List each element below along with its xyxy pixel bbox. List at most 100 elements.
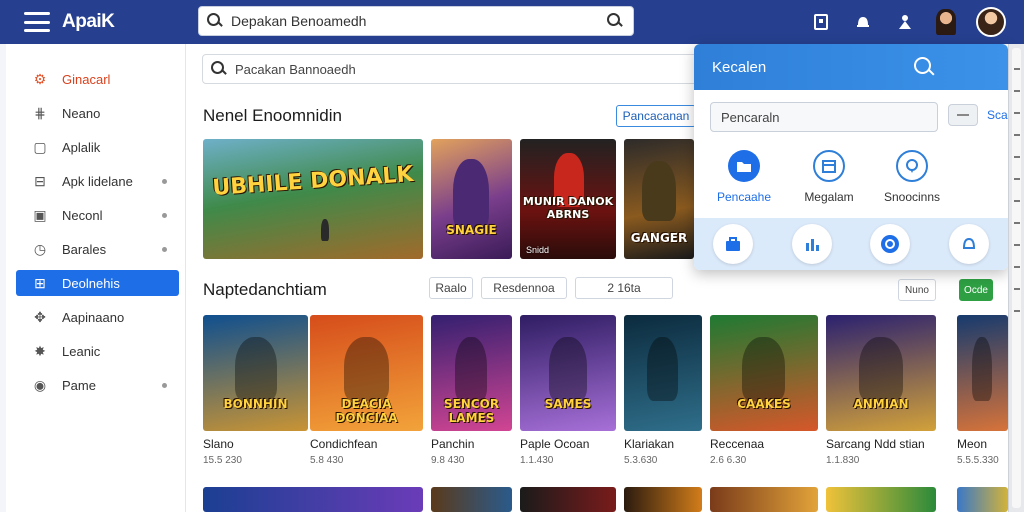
game-card-name[interactable]: Reccenaa (710, 437, 764, 451)
featured-game-2[interactable]: SNAGIE (431, 139, 512, 259)
top-search-input[interactable] (231, 13, 599, 29)
popup-clear-button[interactable] (948, 104, 978, 126)
popup-link[interactable]: Sca (987, 108, 1008, 122)
game-card-meta: 5.8 430 (310, 455, 344, 466)
game-art-title: SAMES (544, 397, 592, 411)
game-card-art[interactable]: SAMES (520, 315, 616, 431)
sidebar-item-apk[interactable]: ⊟ Apk lidelane (16, 168, 179, 194)
sidebar-item-aplalik[interactable]: ▢ Aplalik (16, 134, 179, 160)
filter-chip-3[interactable]: 2 16ta (575, 277, 673, 299)
game-tile-bottom[interactable] (203, 487, 423, 512)
filter-chip-1[interactable]: Raalo (429, 277, 473, 299)
game-tile-bottom[interactable] (431, 487, 512, 512)
popup-option-snoocinns[interactable]: Snoocinns (872, 150, 952, 204)
search-submit-icon[interactable] (607, 13, 623, 29)
game-caption: Snidd (526, 245, 550, 255)
main-search-input[interactable] (235, 61, 711, 77)
sidebar-item-deolnehis[interactable]: ⊞ Deolnehis (16, 270, 179, 296)
game-card-art[interactable]: SENCOR LAMES (431, 315, 512, 431)
game-art-title: UBHILE DONALK (211, 162, 415, 201)
popup-option-megalam[interactable]: Megalam (789, 150, 869, 204)
game-tile-bottom[interactable] (624, 487, 702, 512)
filter-chip-2[interactable]: Resdennoa (481, 277, 567, 299)
sidebar: ⚙ Ginacarl ⋕ Neano ▢ Aplalik ⊟ Apk lidelane … (6, 44, 186, 512)
featured-game-1[interactable]: UBHILE DONALK (203, 139, 423, 259)
sidebar-item-barales[interactable]: ◷ Barales (16, 236, 179, 262)
featured-game-4[interactable]: GANGER (624, 139, 694, 259)
game-figure (235, 337, 277, 401)
game-card-name[interactable]: Sarcang Ndd stian (826, 437, 925, 451)
game-card-name[interactable]: Slano (203, 437, 234, 451)
popup-option-pencaahe[interactable]: Pencaahe (704, 150, 784, 204)
sidebar-item-label: Apk lidelane (62, 173, 133, 189)
sidebar-item-label: Aapinaano (62, 309, 125, 325)
sidebar-item-pame[interactable]: ◉ Pame (16, 372, 179, 398)
new-badge-chip[interactable]: Ocde (959, 279, 993, 301)
section-chip[interactable]: Pancacanan (616, 105, 696, 127)
game-figure (344, 337, 389, 401)
game-card-art[interactable]: ANMIAN (826, 315, 936, 431)
game-card-meta: 9.8 430 (431, 455, 465, 466)
main-search-bar[interactable] (202, 54, 712, 84)
sidebar-item-ginacarl[interactable]: ⚙ Ginacarl (16, 66, 179, 92)
menu-icon[interactable] (24, 12, 50, 32)
sidebar-item-neano[interactable]: ⋕ Neano (16, 100, 179, 126)
game-card-name[interactable]: Klariakan (624, 437, 674, 451)
popup-search-input[interactable] (710, 102, 938, 132)
expand-dot (162, 212, 167, 218)
game-card-art[interactable]: DEACIA DONCIAA (310, 315, 423, 431)
clock-icon: ◷ (33, 240, 47, 257)
game-card-name[interactable]: Meon (957, 437, 987, 451)
app-logo[interactable]: ApaiK (62, 11, 115, 33)
grid-icon: ⋕ (34, 104, 46, 121)
scrollbar-thumb[interactable] (1012, 48, 1021, 508)
featured-game-3[interactable]: MUNIR DANOK ABRNS Snidd (520, 139, 616, 259)
popup-option-label: Pencaahe (716, 190, 772, 204)
game-card-meta: 1.1.830 (826, 455, 860, 466)
sidebar-item-label: Leanic (62, 343, 101, 359)
game-tile-bottom[interactable] (520, 487, 616, 512)
popup-header: Kecalen (694, 44, 1008, 90)
game-icon: ◉ (33, 376, 47, 393)
sort-chip[interactable]: Nuno (898, 279, 936, 301)
expand-dot (162, 178, 167, 184)
app-icon: ▢ (33, 138, 47, 155)
top-search-bar[interactable] (198, 6, 634, 36)
game-tile-bottom[interactable] (710, 487, 818, 512)
sidebar-item-neconl[interactable]: ▣ Neconl (16, 202, 179, 228)
game-art-title: SNAGIE (446, 223, 497, 237)
game-card-name[interactable]: Paple Ocoan (520, 437, 589, 451)
chart-icon[interactable] (791, 224, 832, 264)
game-card-meta: 2.6 6.30 (710, 455, 747, 466)
bell-icon[interactable] (948, 224, 989, 264)
game-card-name[interactable]: Condichfean (310, 437, 377, 451)
chat-icon (896, 150, 928, 182)
game-card-art[interactable] (624, 315, 702, 431)
sidebar-item-aapinaano[interactable]: ✥ Aapinaano (16, 304, 179, 330)
user-icon[interactable] (894, 11, 916, 33)
search-icon[interactable] (912, 55, 936, 79)
game-card-art[interactable]: CAAKES (710, 315, 818, 431)
profile-photo[interactable] (976, 7, 1006, 37)
sidebar-item-leanic[interactable]: ✸ Leanic (16, 338, 179, 364)
user-avatar-small[interactable] (936, 9, 956, 35)
game-tile-bottom[interactable] (957, 487, 1008, 512)
page-scrollbar[interactable] (1008, 44, 1024, 512)
briefcase-icon[interactable] (713, 224, 754, 264)
game-card-art[interactable]: BONNHIN (203, 315, 308, 431)
game-art-title: CAAKES (737, 397, 791, 411)
game-card-name[interactable]: Panchin (431, 437, 474, 451)
game-tile-bottom[interactable] (826, 487, 936, 512)
sidebar-item-label: Pame (62, 377, 96, 393)
game-art-title: BONNHIN (223, 397, 288, 411)
sidebar-item-label: Aplalik (62, 139, 101, 155)
compass-icon[interactable] (870, 224, 911, 264)
popup-option-label: Snoocinns (883, 190, 941, 204)
game-card-art[interactable] (957, 315, 1008, 431)
sidebar-item-label: Neconl (62, 207, 103, 223)
apk-icon: ⊟ (34, 172, 46, 189)
bookmark-icon[interactable] (810, 11, 832, 33)
puzzle-icon: ✥ (34, 308, 46, 325)
game-art-title: ANMIAN (853, 397, 909, 411)
bell-icon[interactable] (852, 11, 874, 33)
